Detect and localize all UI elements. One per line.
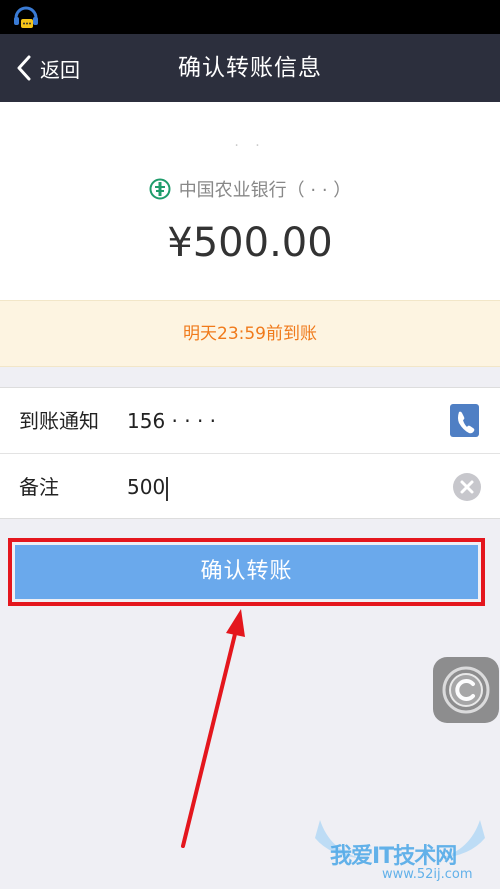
clear-input-button[interactable] — [453, 473, 481, 501]
contacts-phone-icon[interactable] — [450, 404, 479, 437]
status-bar — [0, 0, 500, 34]
notify-phone-input[interactable]: 156 · · · · — [127, 388, 216, 454]
page-title: 确认转账信息 — [178, 55, 322, 81]
notify-row[interactable]: 到账通知 156 · · · · — [0, 388, 500, 454]
notify-label: 到账通知 — [19, 409, 99, 433]
recipient-name: · · — [234, 138, 266, 154]
headset-chat-icon — [14, 6, 38, 28]
site-watermark: 我爱IT技术网 www.52ij.com — [300, 820, 500, 889]
remark-input[interactable]: 500 — [127, 454, 168, 520]
bank-info: 中国农业银行（ · · ） — [0, 176, 500, 202]
remark-value: 500 — [127, 475, 166, 499]
watermark-url: www.52ij.com — [382, 867, 473, 882]
watermark-text: 我爱IT技术网 — [330, 844, 457, 869]
text-caret — [166, 476, 168, 501]
remark-label: 备注 — [19, 475, 59, 499]
phone-icon — [458, 411, 475, 434]
bank-name: 中国农业银行（ · · ） — [178, 180, 352, 201]
confirm-transfer-button[interactable]: 确认转账 — [15, 545, 478, 599]
nav-bar: 返回 确认转账信息 — [0, 34, 500, 102]
close-icon — [460, 480, 474, 494]
remark-row[interactable]: 备注 500 — [0, 454, 500, 520]
recipient-card: · · 中国农业银行（ · · ） ¥500.00 — [0, 102, 500, 300]
transfer-form: 到账通知 156 · · · · 备注 500 — [0, 387, 500, 519]
c-logo-icon — [442, 666, 490, 714]
floating-assist-button[interactable] — [433, 657, 499, 723]
transfer-amount: ¥500.00 — [167, 220, 333, 266]
abc-bank-logo-icon — [149, 178, 171, 200]
arrival-notice: 明天23:59前到账 — [0, 300, 500, 367]
